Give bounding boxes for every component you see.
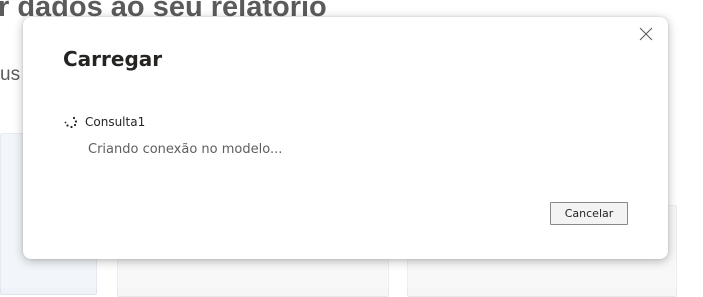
close-button[interactable] (634, 23, 658, 45)
query-progress-row: Consulta1 (63, 114, 145, 130)
query-name: Consulta1 (85, 115, 146, 129)
load-dialog: Carregar Consulta1 Criando conexão no mo… (23, 17, 668, 259)
cancel-button[interactable]: Cancelar (550, 202, 628, 225)
loading-spinner-icon (64, 116, 78, 129)
close-icon (639, 27, 653, 41)
query-status-text: Criando conexão no modelo... (88, 142, 283, 157)
dialog-title: Carregar (63, 47, 163, 71)
